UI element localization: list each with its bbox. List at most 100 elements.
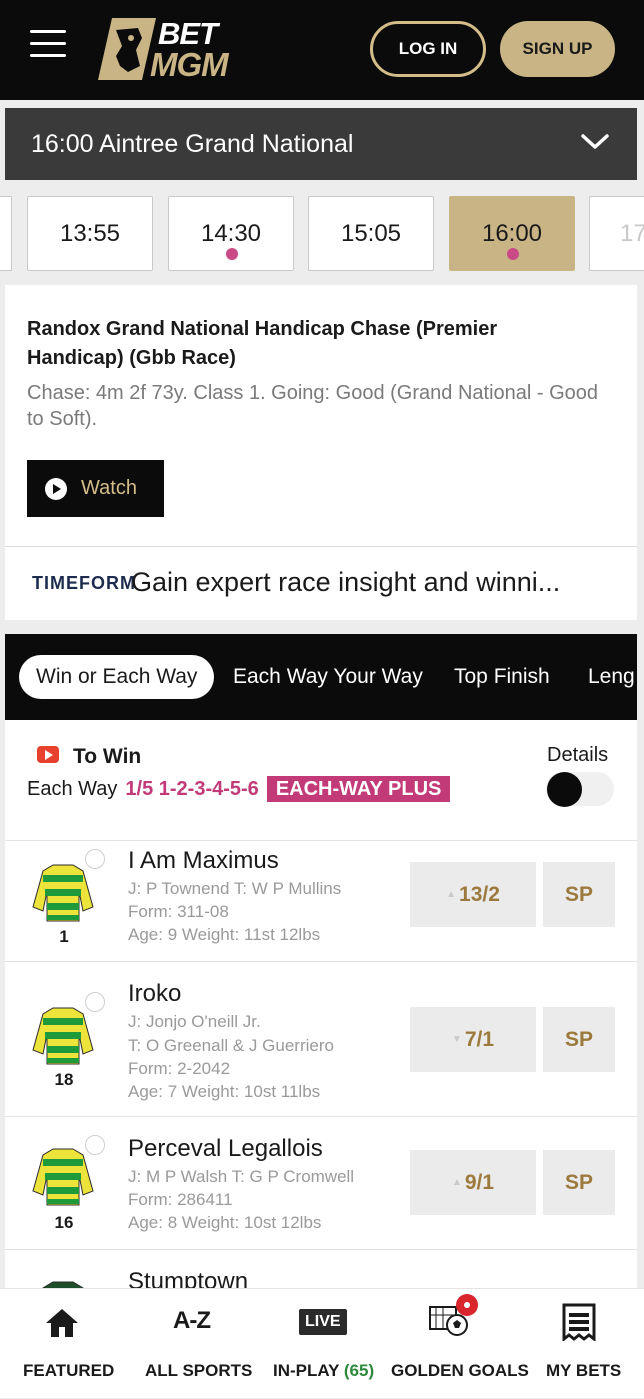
market-tabs: Win or Each Way Each Way Your Way Top Fi… [5, 634, 637, 720]
race-time-tile[interactable]: 15:05 [308, 196, 434, 271]
market-header: To Win Each Way 1/5 1-2-3-4-5-6 EACH-WAY… [5, 720, 637, 840]
nav-all-sports-label: ALL SPORTS [145, 1361, 253, 1380]
each-way-label: Each Way [27, 777, 118, 800]
tab-each-way-your-way[interactable]: Each Way Your Way [233, 655, 423, 699]
lion-icon [98, 18, 156, 80]
divider [5, 546, 637, 547]
runner-age-weight: Age: 9 Weight: 11st 12lbs [128, 925, 321, 944]
golden-goals-icon [429, 1294, 478, 1336]
tab-win-or-each-way[interactable]: Win or Each Way [19, 655, 215, 699]
runner-jockey: J: Jonjo O'neill Jr. [128, 1012, 261, 1031]
video-icon [37, 746, 59, 763]
race-time-label: 14:30 [200, 219, 262, 247]
race-time-tile-partial[interactable] [0, 196, 12, 271]
in-play-count: (65) [343, 1361, 375, 1380]
runner-trainer: T: O Greenall & J Guerriero [128, 1036, 334, 1055]
runner-name[interactable]: Stumptown [128, 1268, 248, 1290]
az-icon: A-Z [173, 1307, 211, 1334]
race-title: Randox Grand National Handicap Chase (Pr… [27, 318, 498, 369]
nav-in-play[interactable]: LIVE IN-PLAY (65) [256, 1289, 386, 1399]
runner-name[interactable]: Perceval Legallois [128, 1135, 323, 1163]
chevron-down-icon [581, 134, 609, 149]
details-label: Details [547, 744, 609, 766]
silk-marker [85, 992, 105, 1012]
nav-in-play-label: IN-PLAY (65) [273, 1361, 375, 1380]
race-info-card: Randox Grand National Handicap Chase (Pr… [5, 285, 637, 620]
nav-all-sports[interactable]: A-Z ALL SPORTS [124, 1289, 256, 1399]
race-time-tile[interactable]: 13:55 [27, 196, 153, 271]
home-icon [46, 1309, 78, 1337]
bet-slip-icon [562, 1303, 596, 1341]
sp-button[interactable]: SP [543, 862, 615, 927]
silk-marker [85, 849, 105, 869]
odds-value: 7/1 [464, 1027, 495, 1051]
live-icon: LIVE [299, 1309, 347, 1335]
tab-top-finish[interactable]: Top Finish [454, 655, 550, 699]
nav-golden-goals-label: GOLDEN GOALS [391, 1361, 529, 1380]
nav-my-bets[interactable]: MY BETS [518, 1289, 644, 1399]
bottom-navigation: FEATURED A-Z ALL SPORTS LIVE IN-PLAY (65… [0, 1288, 644, 1398]
toggle-knob [547, 772, 582, 807]
race-time-selector: 13:55 14:30 15:05 16:00 17 [0, 180, 644, 285]
signup-button[interactable]: SIGN UP [500, 21, 615, 77]
runner-form: Form: 286411 [128, 1190, 233, 1209]
nav-my-bets-label: MY BETS [546, 1361, 622, 1380]
race-time-tile-selected[interactable]: 16:00 [449, 196, 575, 271]
top-bar: BET MGM LOG IN SIGN UP [0, 0, 644, 100]
watch-button[interactable]: Watch [27, 460, 164, 517]
runner-row: 18 Iroko J: Jonjo O'neill Jr. T: O Green… [5, 961, 637, 1116]
runner-form: Form: 311-08 [128, 902, 229, 921]
each-way-places: 1/5 1-2-3-4-5-6 [125, 777, 259, 800]
tab-length[interactable]: Leng [588, 655, 635, 699]
runner-form: Form: 2-2042 [128, 1059, 231, 1078]
runner-age-weight: Age: 8 Weight: 10st 12lbs [128, 1213, 322, 1232]
odds-button[interactable]: ▼ 7/1 [410, 1007, 536, 1072]
saddle-number: 1 [59, 927, 69, 946]
nav-golden-goals[interactable]: GOLDEN GOALS [386, 1289, 529, 1399]
race-time-label: 17 [620, 219, 644, 247]
jockey-silk-icon [32, 864, 94, 922]
each-way-plus-badge: EACH-WAY PLUS [266, 776, 451, 802]
watch-label: Watch [81, 477, 137, 499]
saddle-number: 16 [54, 1213, 74, 1232]
race-time-tile[interactable]: 17 [589, 196, 644, 271]
runner-name[interactable]: Iroko [128, 980, 181, 1008]
race-time-label: 15:05 [340, 219, 402, 247]
jockey-silk-icon [32, 1007, 94, 1065]
odds-down-icon: ▼ [451, 1034, 462, 1045]
sp-button[interactable]: SP [543, 1007, 615, 1072]
nav-featured[interactable]: FEATURED [0, 1289, 124, 1399]
runner-jockey-trainer: J: P Townend T: W P Mullins [128, 879, 342, 898]
jockey-silk-icon [32, 1148, 94, 1206]
menu-icon[interactable] [30, 30, 66, 58]
selected-race-label: 16:00 Aintree Grand National [31, 129, 354, 158]
sp-button[interactable]: SP [543, 1150, 615, 1215]
race-time-tile[interactable]: 14:30 [168, 196, 294, 271]
each-way-terms: Each Way 1/5 1-2-3-4-5-6 EACH-WAY PLUS [27, 776, 451, 802]
live-dot-icon [507, 248, 519, 260]
timeform-logo: TIMEFORM [32, 573, 136, 593]
runner-row: 16 Perceval Legallois J: M P Walsh T: G … [5, 1116, 637, 1249]
runner-row: Stumptown [5, 1249, 637, 1290]
play-icon [45, 477, 67, 500]
race-time-label: 13:55 [59, 219, 121, 247]
login-button[interactable]: LOG IN [370, 21, 486, 77]
odds-button[interactable]: ▲ 9/1 [410, 1150, 536, 1215]
odds-button[interactable]: ▲ 13/2 [410, 862, 536, 927]
race-selector-dropdown[interactable]: 16:00 Aintree Grand National [5, 108, 637, 180]
betmgm-logo[interactable]: BET MGM [98, 16, 248, 83]
race-time-label: 16:00 [481, 219, 543, 247]
runner-age-weight: Age: 7 Weight: 10st 11lbs [128, 1082, 321, 1101]
live-dot-icon [226, 248, 238, 260]
details-toggle[interactable] [546, 772, 614, 807]
silk-marker [85, 1135, 105, 1155]
market-title: To Win [73, 745, 142, 768]
runner-jockey-trainer: J: M P Walsh T: G P Cromwell [128, 1167, 355, 1186]
saddle-number: 18 [54, 1070, 74, 1089]
logo-mgm: MGM [150, 46, 229, 83]
market-panel: To Win Each Way 1/5 1-2-3-4-5-6 EACH-WAY… [5, 720, 637, 1290]
nav-featured-label: FEATURED [23, 1361, 115, 1380]
runner-name[interactable]: I Am Maximus [128, 847, 279, 875]
odds-value: 9/1 [464, 1170, 495, 1194]
timeform-insight-link[interactable]: Gain expert race insight and winni... [131, 567, 560, 598]
